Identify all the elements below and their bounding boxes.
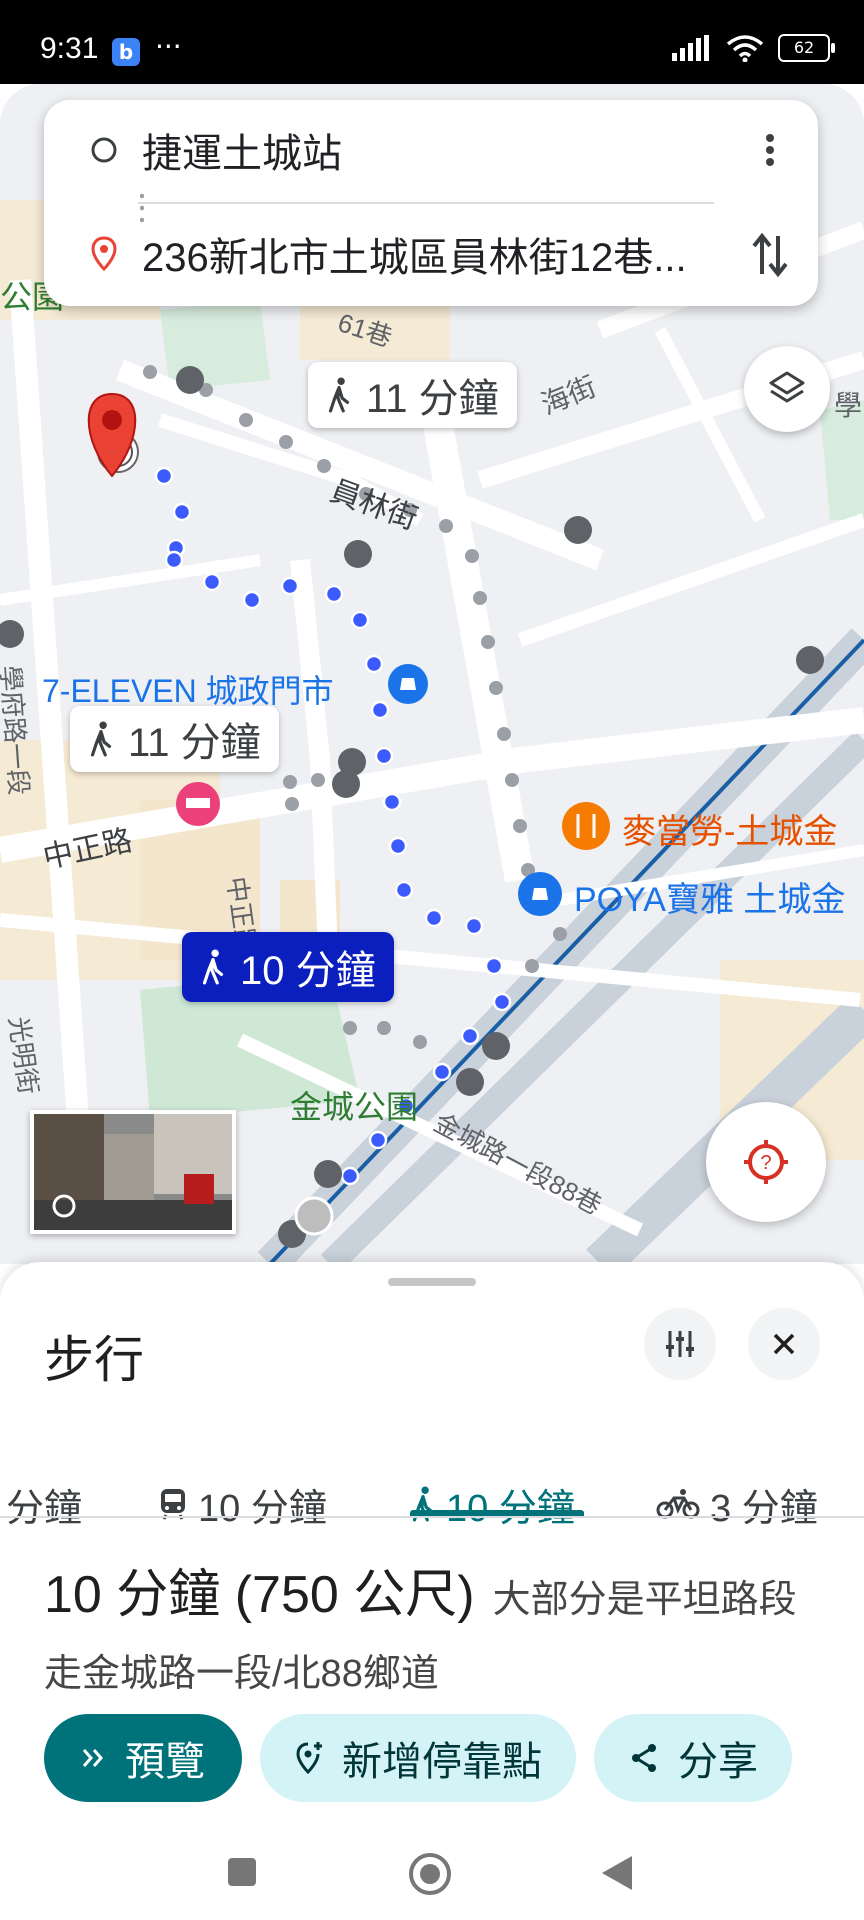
home-icon[interactable] <box>408 1852 452 1896</box>
sheet-title: 步行 <box>44 1332 144 1388</box>
route-bubble-alt-1-label: 11 分鐘 <box>366 377 499 421</box>
tab-bike[interactable]: 3 分鐘 <box>656 1466 818 1542</box>
close-icon <box>773 1333 795 1355</box>
swap-direction-icon[interactable] <box>750 230 790 280</box>
travel-mode-tabs: 分鐘 10 分鐘 10 分鐘 3 分鐘 <box>0 1406 864 1530</box>
wifi-icon <box>726 35 764 62</box>
status-bar: 9:31 b ··· 62 <box>0 0 864 84</box>
destination-text: 236新北市土城區員林街12巷... <box>142 236 687 280</box>
tab-bike-label: 3 分鐘 <box>710 1487 818 1530</box>
route-bubble-selected[interactable]: 10 分鐘 <box>182 932 394 1002</box>
destination-pin-icon <box>84 236 124 272</box>
my-location-button[interactable]: ? <box>706 1102 826 1222</box>
back-icon[interactable] <box>600 1854 634 1892</box>
bing-app-icon: b <box>112 38 140 66</box>
street-view-image <box>34 1114 232 1230</box>
battery-icon: 62 <box>778 34 835 62</box>
map-label-road-right-top: 學 <box>834 390 863 421</box>
walk-icon <box>328 377 350 413</box>
tab-drive[interactable]: 分鐘 <box>6 1466 82 1542</box>
map-label-jincheng-park: 金城公園 <box>290 1089 419 1125</box>
route-bubble-alt-1[interactable]: 11 分鐘 <box>308 362 517 428</box>
share-label: 分享 <box>678 1740 758 1784</box>
tab-walk-label: 10 分鐘 <box>446 1487 575 1530</box>
route-bubble-alt-2[interactable]: 11 分鐘 <box>70 706 279 772</box>
tab-transit-label: 10 分鐘 <box>198 1487 327 1530</box>
route-bubble-selected-label: 10 分鐘 <box>240 949 376 993</box>
map-label-poya: POYA寶雅 土城金 <box>574 881 846 919</box>
close-button[interactable] <box>748 1308 820 1380</box>
add-stop-button[interactable]: 新增停靠點 <box>260 1714 576 1802</box>
map-label-mcdonalds: 麥當勞-土城金 <box>622 813 838 851</box>
walk-icon <box>90 721 112 757</box>
layers-button[interactable] <box>744 346 830 432</box>
directions-bottom-sheet: 步行 分鐘 10 分鐘 10 分鐘 3 分鐘 10 分鐘 (750 公尺) 大部分… <box>0 1262 864 1920</box>
recents-icon[interactable] <box>226 1856 258 1888</box>
tune-icon <box>666 1331 694 1357</box>
route-via: 走金城路一段/北88鄉道 <box>44 1653 439 1695</box>
origin-text: 捷運土城站 <box>142 132 342 176</box>
svg-text:?: ? <box>760 1152 771 1174</box>
route-bubble-alt-2-label: 11 分鐘 <box>128 721 261 765</box>
route-duration-distance: 10 分鐘 (750 公尺) <box>44 1566 475 1624</box>
add-location-icon <box>296 1742 322 1775</box>
more-vert-icon[interactable] <box>760 130 780 170</box>
sheet-drag-handle[interactable] <box>388 1278 476 1286</box>
directions-search-card: 捷運土城站 236新北市土城區員林街12巷... <box>44 100 818 306</box>
route-summary: 10 分鐘 (750 公尺) 大部分是平坦路段 <box>44 1552 797 1627</box>
status-time: 9:31 <box>40 32 99 65</box>
walk-icon <box>202 949 224 985</box>
add-stop-label: 新增停靠點 <box>342 1740 542 1784</box>
destination-field[interactable]: 236新北市土城區員林街12巷... <box>44 204 818 304</box>
tab-transit[interactable]: 10 分鐘 <box>158 1466 327 1542</box>
street-view-thumbnail[interactable] <box>30 1110 236 1234</box>
status-more-notifications: ··· <box>155 30 182 63</box>
share-button[interactable]: 分享 <box>594 1714 792 1802</box>
route-terrain-note: 大部分是平坦路段 <box>492 1579 797 1621</box>
preview-label: 預覽 <box>125 1740 205 1784</box>
origin-field[interactable]: 捷運土城站 <box>44 100 818 200</box>
tab-walk[interactable]: 10 分鐘 <box>410 1466 575 1542</box>
route-options-button[interactable] <box>644 1308 716 1380</box>
system-navigation-bar <box>0 1830 864 1920</box>
share-icon <box>632 1744 656 1772</box>
tabs-divider <box>0 1516 864 1518</box>
layers-icon <box>769 371 805 403</box>
tab-drive-label: 分鐘 <box>6 1487 83 1530</box>
signal-icon <box>672 35 709 61</box>
my-location-icon: ? <box>744 1140 788 1184</box>
origin-circle-icon <box>84 136 124 164</box>
double-chevron-icon <box>82 1749 103 1767</box>
preview-button[interactable]: 預覽 <box>44 1714 242 1802</box>
